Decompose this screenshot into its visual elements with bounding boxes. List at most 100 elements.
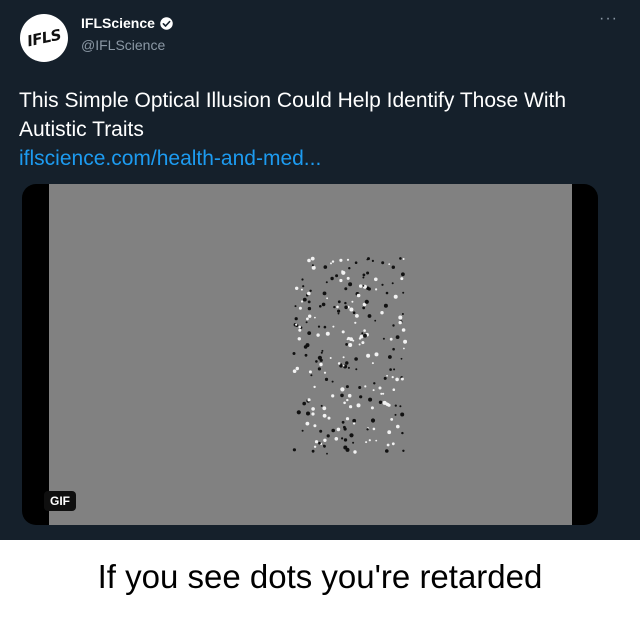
- illusion-dot: [330, 262, 332, 265]
- illusion-dot: [351, 300, 354, 303]
- illusion-dot: [305, 421, 310, 426]
- illusion-dot: [332, 325, 335, 328]
- illusion-dot: [341, 330, 345, 334]
- illusion-dot: [341, 437, 344, 440]
- illusion-dot: [319, 305, 322, 308]
- illusion-dot: [303, 345, 308, 349]
- illusion-dot: [341, 270, 344, 273]
- illusion-dot: [308, 314, 312, 318]
- illusion-dot: [398, 315, 403, 320]
- illusion-dot: [362, 273, 366, 277]
- illusion-dot: [319, 429, 323, 433]
- illusion-dot: [301, 278, 304, 281]
- illusion-dot: [392, 347, 395, 351]
- illusion-dot: [391, 265, 395, 269]
- illusion-dot: [323, 444, 326, 448]
- illusion-dot: [375, 439, 378, 442]
- illusion-dot: [401, 328, 406, 332]
- illusion-dot: [388, 355, 392, 359]
- illusion-dot: [292, 448, 296, 452]
- illusion-dot: [324, 377, 329, 381]
- illusion-dot: [321, 302, 326, 307]
- illusion-dot: [367, 314, 372, 318]
- illusion-dot: [333, 305, 336, 309]
- illusion-dot: [364, 385, 367, 388]
- illusion-dot: [380, 392, 383, 395]
- illusion-dot: [323, 325, 327, 329]
- illusion-dot: [307, 398, 311, 402]
- illusion-dot: [307, 258, 311, 263]
- illusion-dot: [337, 300, 341, 304]
- illusion-dot: [311, 407, 315, 411]
- illusion-dot: [295, 323, 298, 326]
- illusion-dot: [334, 437, 339, 441]
- illusion-dot: [358, 343, 361, 346]
- illusion-dot: [343, 425, 346, 429]
- illusion-dot: [310, 374, 313, 377]
- illusion-dot: [392, 324, 395, 327]
- illusion-dot: [347, 366, 350, 369]
- illusion-dot: [347, 336, 351, 340]
- illusion-dot: [388, 263, 391, 265]
- illusion-dot: [370, 406, 374, 410]
- illusion-dot: [307, 306, 312, 311]
- illusion-dot: [400, 357, 403, 360]
- illusion-dot: [311, 265, 316, 270]
- illusion-dot: [317, 367, 321, 371]
- illusion-dot: [359, 284, 363, 288]
- illusion-dot: [314, 440, 319, 444]
- illusion-dot: [366, 428, 369, 431]
- illusion-dot: [317, 355, 322, 360]
- illusion-dot: [313, 424, 317, 428]
- illusion-dot: [367, 257, 370, 261]
- illusion-dot: [344, 287, 348, 291]
- illusion-dot: [315, 360, 318, 363]
- illusion-dot: [390, 418, 394, 421]
- illusion-dot: [358, 386, 362, 389]
- illusion-dot: [356, 293, 361, 298]
- illusion-dot: [368, 397, 373, 402]
- illusion-dot: [318, 441, 321, 445]
- illusion-dot: [295, 286, 299, 290]
- illusion-dot: [297, 337, 301, 341]
- illusion-dot: [359, 334, 364, 339]
- illusion-dot: [296, 410, 301, 415]
- illusion-dot: [352, 311, 356, 314]
- illusion-dot: [320, 351, 323, 354]
- illusion-dot: [344, 305, 348, 310]
- illusion-dot: [325, 331, 330, 336]
- illusion-dot: [326, 434, 330, 438]
- illusion-dot: [393, 368, 396, 371]
- avatar[interactable]: IFLS: [20, 14, 68, 62]
- display-name[interactable]: IFLScience: [81, 15, 174, 31]
- illusion-dot: [395, 377, 399, 382]
- media-gif[interactable]: GIF: [22, 184, 598, 525]
- illusion-dot: [323, 438, 327, 442]
- illusion-dot: [391, 442, 395, 446]
- illusion-dot: [371, 362, 374, 365]
- illusion-dot: [361, 332, 364, 335]
- gif-badge: GIF: [44, 491, 76, 511]
- illusion-dot: [400, 377, 404, 381]
- illusion-dot: [348, 267, 351, 270]
- tweet-link[interactable]: iflscience.com/health-and-med...: [19, 144, 321, 173]
- meme-caption: If you see dots you're retarded: [97, 558, 543, 595]
- illusion-dot: [306, 411, 310, 416]
- avatar-logo-text: IFLS: [25, 25, 63, 51]
- illusion-dot: [349, 405, 353, 409]
- illusion-dot: [317, 325, 321, 328]
- tweet-card: IFLS IFLScience @IFLScience ··· This Sim…: [0, 0, 640, 540]
- illusion-dot: [370, 418, 376, 423]
- illusion-dot: [342, 364, 345, 367]
- illusion-dot: [395, 335, 400, 339]
- illusion-dot: [306, 317, 309, 321]
- user-handle[interactable]: @IFLScience: [81, 37, 165, 53]
- illusion-dot: [301, 429, 304, 432]
- illusion-dot: [359, 395, 363, 399]
- illusion-dot: [302, 285, 305, 288]
- illusion-dot: [375, 288, 378, 291]
- more-options-icon[interactable]: ···: [599, 10, 618, 28]
- illusion-dot: [298, 325, 301, 329]
- illusion-dot: [352, 441, 355, 444]
- illusion-dot: [302, 297, 307, 302]
